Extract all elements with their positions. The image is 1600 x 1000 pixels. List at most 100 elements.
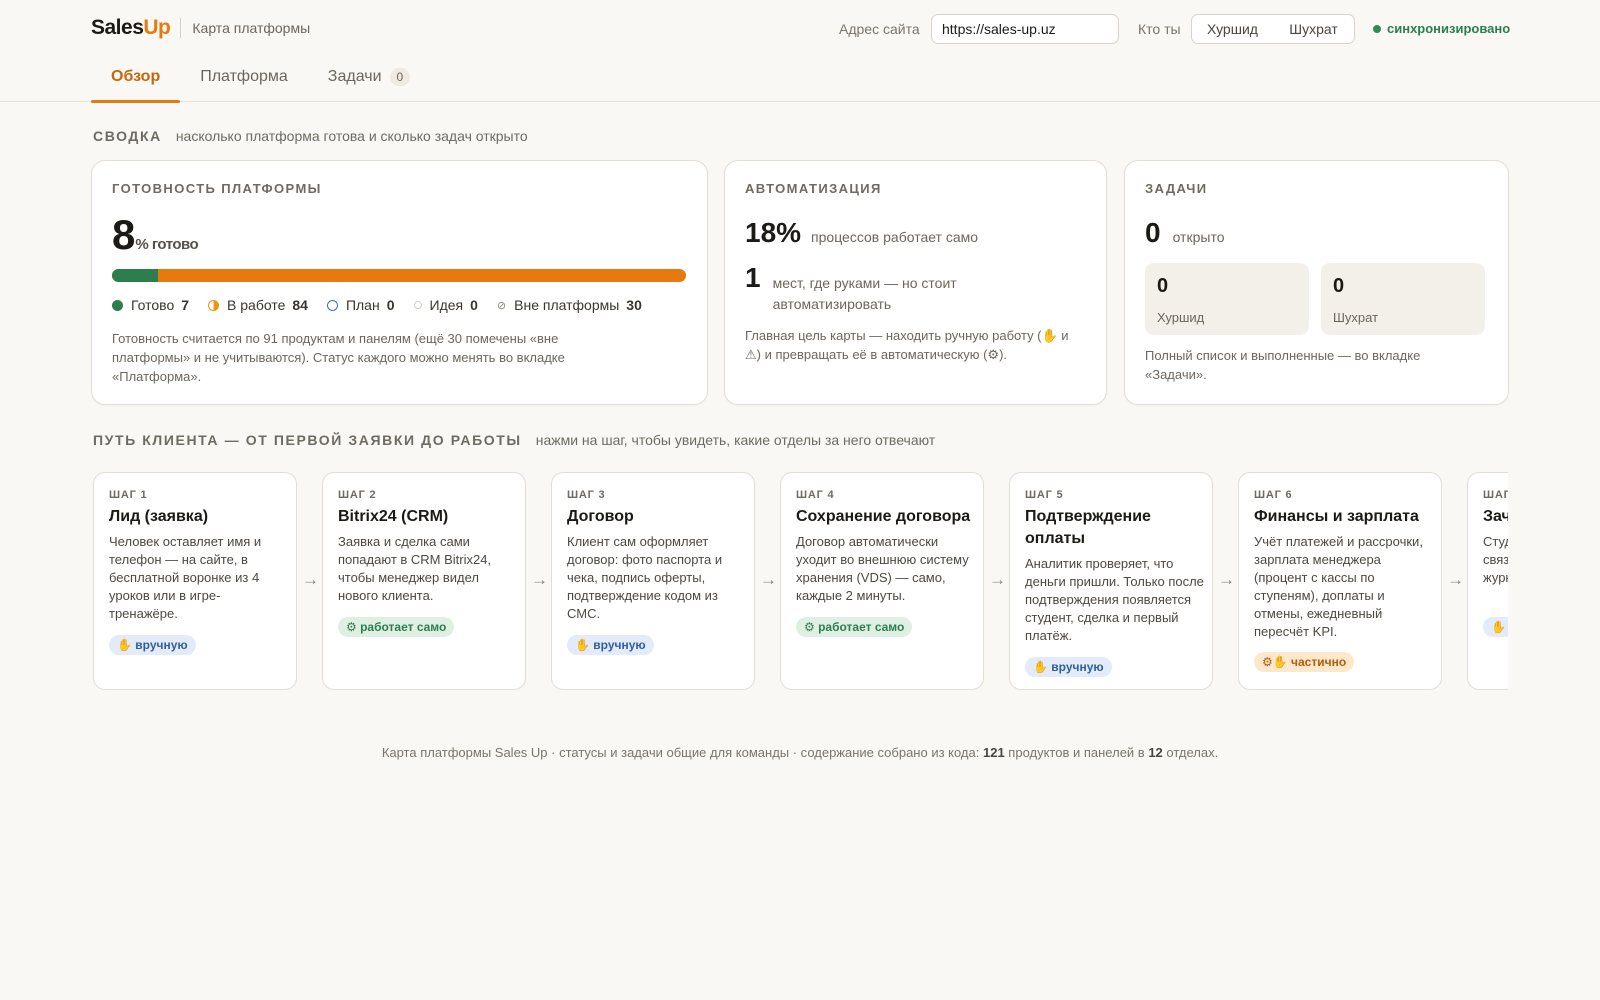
status-badge: ✋ вручную (567, 635, 654, 655)
step-number: ШАГ 3 (567, 489, 606, 501)
top-bar: SalesUp Карта платформы Адрес сайта Кто … (0, 0, 1600, 103)
status-badge: ✋ вручную (109, 635, 196, 655)
step-description: Аналитик проверяет, что деньги пришли. Т… (1025, 556, 1204, 643)
readiness-progress-done (112, 269, 158, 282)
automation-percent: 18% процессов работает само (745, 217, 978, 249)
status-badge: ✋ вручную (1483, 617, 1508, 637)
step-description: Договор автоматически уходит во внешнюю … (796, 534, 969, 603)
legend-label: Вне платформы (514, 297, 620, 313)
step-card-7[interactable]: ШАГ 7 Зачисление Студент попадает в груп… (1467, 472, 1508, 690)
step-number: ШАГ 4 (796, 489, 835, 501)
person-task-count: 0 (1333, 275, 1345, 297)
footer-products-count: 121 (982, 745, 1005, 760)
tab-overview-label: Обзор (111, 68, 161, 85)
legend-count: 84 (292, 297, 308, 313)
legend-label: В работе (227, 297, 286, 313)
footer: Карта платформы Sales Up · статусы и зад… (0, 745, 1600, 760)
tab-overview[interactable]: Обзор (91, 58, 181, 103)
user-switcher: Хуршид Шухрат (1191, 14, 1355, 44)
step-card-1[interactable]: ШАГ 1 Лид (заявка) Человек оставляет имя… (93, 472, 297, 690)
arrow-right-icon: → (989, 570, 1006, 589)
arrow-right-icon: → (302, 570, 319, 589)
arrow-right-icon: → (1447, 570, 1464, 589)
tasks-person-shukhrat[interactable]: 0 Шухрат (1321, 263, 1485, 335)
arrow-right-icon: → (531, 570, 548, 589)
person-task-count: 0 (1157, 275, 1169, 297)
footer-text: продуктов и панелей в (1004, 745, 1149, 760)
sync-status: синхронизировано (1373, 21, 1510, 36)
status-plan-icon (326, 299, 338, 311)
journey-steps: ШАГ 1 Лид (заявка) Человек оставляет имя… (92, 470, 1508, 695)
status-badge: ⚙ работает само (796, 617, 913, 637)
footer-departments-count: 12 (1148, 745, 1163, 760)
user-option-shukhrat[interactable]: Шухрат (1273, 21, 1354, 37)
automation-title: АВТОМАТИЗАЦИЯ (745, 181, 882, 196)
status-out-of-platform-icon: ⊘ (496, 299, 507, 312)
tab-tasks[interactable]: Задачи 0 (308, 58, 430, 102)
tasks-open-count: 0 (1145, 217, 1161, 248)
readiness-card: ГОТОВНОСТЬ ПЛАТФОРМЫ 8 % готово Готово 7 … (91, 160, 708, 405)
person-name: Шухрат (1333, 310, 1379, 325)
step-description: Студент попадает в группу: связь с аудит… (1483, 534, 1508, 585)
legend-idea: Идея 0 (413, 297, 478, 313)
automation-card: АВТОМАТИЗАЦИЯ 18% процессов работает сам… (724, 160, 1107, 405)
step-description: Заявка и сделка сами попадают в CRM Bitr… (338, 534, 492, 603)
step-title: Финансы и зарплата (1254, 508, 1419, 525)
status-badge: ⚙✋ частично (1254, 652, 1355, 672)
legend-label: План (345, 297, 380, 313)
footer-text: отделах. (1162, 745, 1219, 760)
tab-bar: Обзор Платформа Задачи 0 (91, 58, 430, 103)
summary-header: СВОДКА насколько платформа готова и скол… (93, 128, 528, 144)
sync-dot-icon (1373, 24, 1381, 33)
arrow-right-icon: → (1218, 570, 1235, 589)
tab-platform[interactable]: Платформа (180, 58, 308, 102)
step-number: ШАГ 1 (109, 489, 148, 501)
automation-manual: 1 мест, где руками — но стоит автоматизи… (745, 264, 993, 315)
tasks-open: 0 открыто (1145, 217, 1224, 249)
user-option-khurshid[interactable]: Хуршид (1192, 21, 1273, 37)
status-badge: ✋ вручную (1025, 657, 1112, 677)
status-badge: ⚙ работает само (338, 617, 455, 637)
step-description: Человек оставляет имя и телефон — на сай… (109, 534, 262, 621)
step-title: Bitrix24 (CRM) (338, 508, 449, 525)
legend-count: 0 (386, 297, 395, 313)
readiness-title: ГОТОВНОСТЬ ПЛАТФОРМЫ (112, 181, 322, 196)
step-number: ШАГ 6 (1254, 489, 1293, 501)
site-url-input[interactable] (931, 14, 1119, 44)
legend-done: Готово 7 (112, 297, 189, 313)
tab-platform-label: Платформа (200, 68, 288, 85)
legend-plan: План 0 (326, 297, 395, 313)
legend-out-of-platform: ⊘ Вне платформы 30 (497, 297, 642, 313)
logo-part2: Up (143, 16, 171, 39)
automation-note: Главная цель карты — находить ручную раб… (745, 328, 1069, 362)
arrow-right-icon: → (760, 570, 777, 589)
step-number: ШАГ 7 (1483, 489, 1508, 501)
journey-header: ПУТЬ КЛИЕНТА — ОТ ПЕРВОЙ ЗАЯВКИ ДО РАБОТ… (93, 432, 935, 448)
who-label: Кто ты (1138, 21, 1181, 37)
logo[interactable]: SalesUp (91, 16, 171, 40)
step-description: Учёт платежей и рассрочки, зарплата мене… (1254, 534, 1423, 639)
automation-percent-label: процессов работает само (811, 229, 979, 245)
tasks-open-label: открыто (1172, 229, 1225, 245)
step-card-4[interactable]: ШАГ 4 Сохранение договора Договор автома… (780, 472, 984, 690)
status-idea-icon (413, 301, 422, 309)
readiness-percent-unit: % готово (135, 236, 199, 253)
legend-label: Готово (131, 297, 175, 313)
automation-manual-count: 1 (745, 262, 761, 293)
legend-count: 30 (626, 297, 642, 313)
footer-text: Карта платформы Sales Up · статусы и зад… (381, 745, 983, 760)
tasks-person-khurshid[interactable]: 0 Хуршид (1145, 263, 1309, 335)
tasks-note: Полный список и выполненные — во вкладке… (1145, 348, 1421, 382)
legend-count: 7 (181, 297, 190, 313)
step-title: Договор (567, 508, 634, 525)
automation-manual-label: мест, где руками — но стоит автоматизиро… (772, 275, 957, 312)
step-card-2[interactable]: ШАГ 2 Bitrix24 (CRM) Заявка и сделка сам… (322, 472, 526, 690)
step-card-6[interactable]: ШАГ 6 Финансы и зарплата Учёт платежей и… (1238, 472, 1442, 690)
readiness-note: Готовность считается по 91 продуктам и п… (112, 331, 565, 384)
step-description: Клиент сам оформляет договор: фото паспо… (567, 534, 723, 621)
logo-part1: Sales (91, 16, 144, 39)
step-card-3[interactable]: ШАГ 3 Договор Клиент сам оформляет догов… (551, 472, 755, 690)
step-title: Подтверждение оплаты (1025, 508, 1151, 547)
legend-count: 0 (470, 297, 478, 313)
step-card-5[interactable]: ШАГ 5 Подтверждение оплаты Аналитик пров… (1009, 472, 1213, 690)
